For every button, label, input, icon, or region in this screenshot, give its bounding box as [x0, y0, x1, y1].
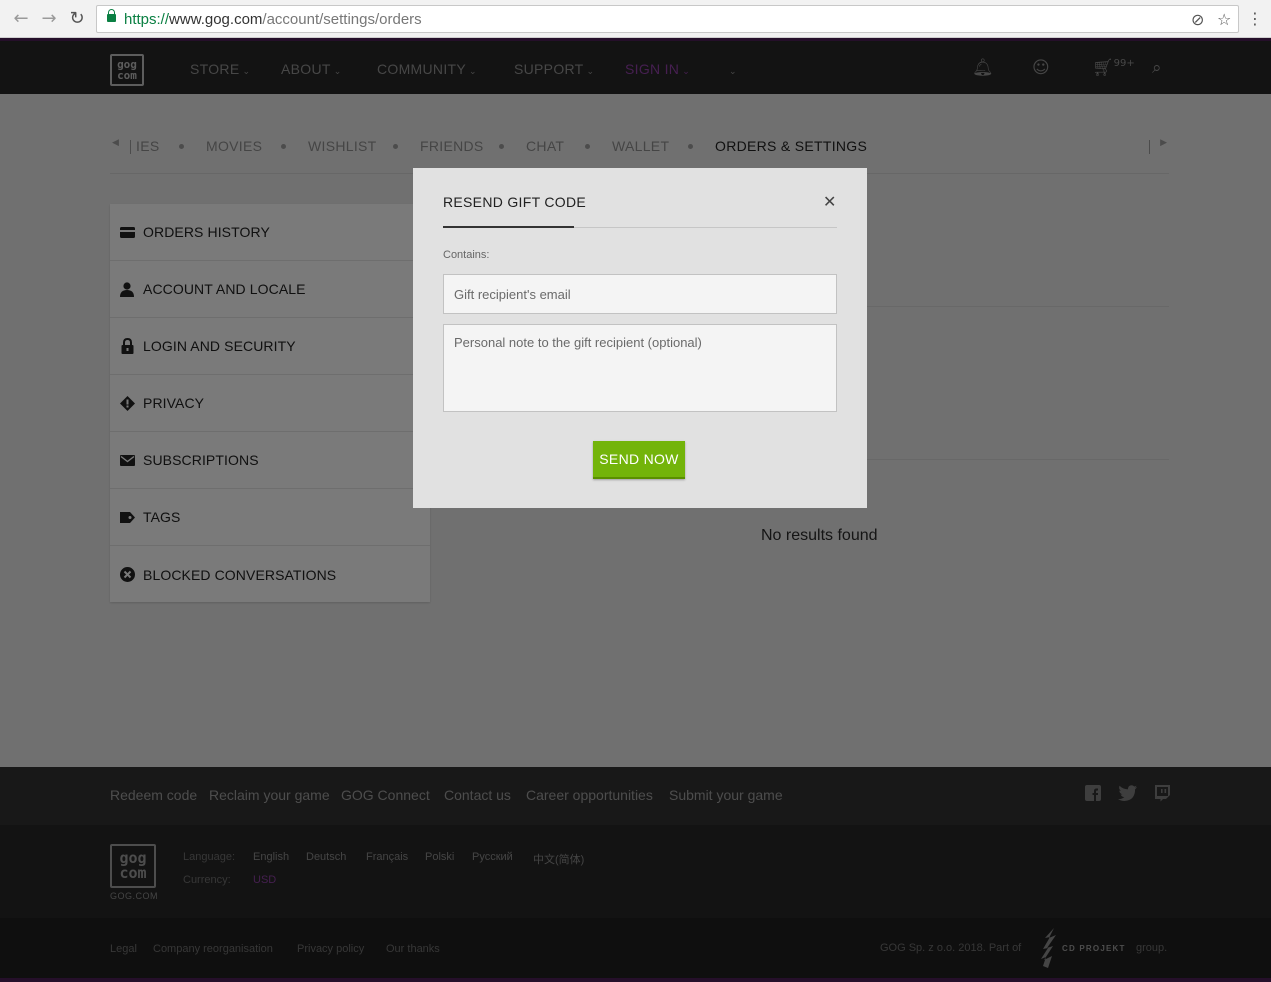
star-icon[interactable]: ☆ [1217, 10, 1231, 29]
send-now-button[interactable]: SEND NOW [593, 441, 685, 479]
translate-icon[interactable]: ⊘ [1191, 10, 1204, 29]
modal-title: RESEND GIFT CODE [443, 194, 587, 210]
contains-label: Contains: [443, 249, 490, 261]
lock-icon [107, 9, 116, 22]
back-arrow-icon[interactable]: ← [11, 9, 31, 29]
browser-menu-icon[interactable]: ⋮ [1247, 9, 1263, 28]
forward-arrow-icon[interactable]: → [39, 9, 59, 29]
address-bar[interactable]: https://www.gog.com/account/settings/ord… [96, 5, 1239, 33]
resend-gift-modal: RESEND GIFT CODE ✕ Contains: SEND NOW [413, 168, 867, 508]
title-underline [443, 226, 574, 228]
reload-icon[interactable]: ↻ [67, 9, 87, 29]
browser-toolbar: ← → ↻ https://www.gog.com/account/settin… [0, 0, 1271, 38]
url-text: https://www.gog.com/account/settings/ord… [124, 11, 422, 28]
gift-email-input[interactable] [443, 274, 837, 314]
gift-note-textarea[interactable] [443, 324, 837, 412]
close-icon[interactable]: ✕ [823, 194, 836, 210]
divider [574, 227, 837, 228]
